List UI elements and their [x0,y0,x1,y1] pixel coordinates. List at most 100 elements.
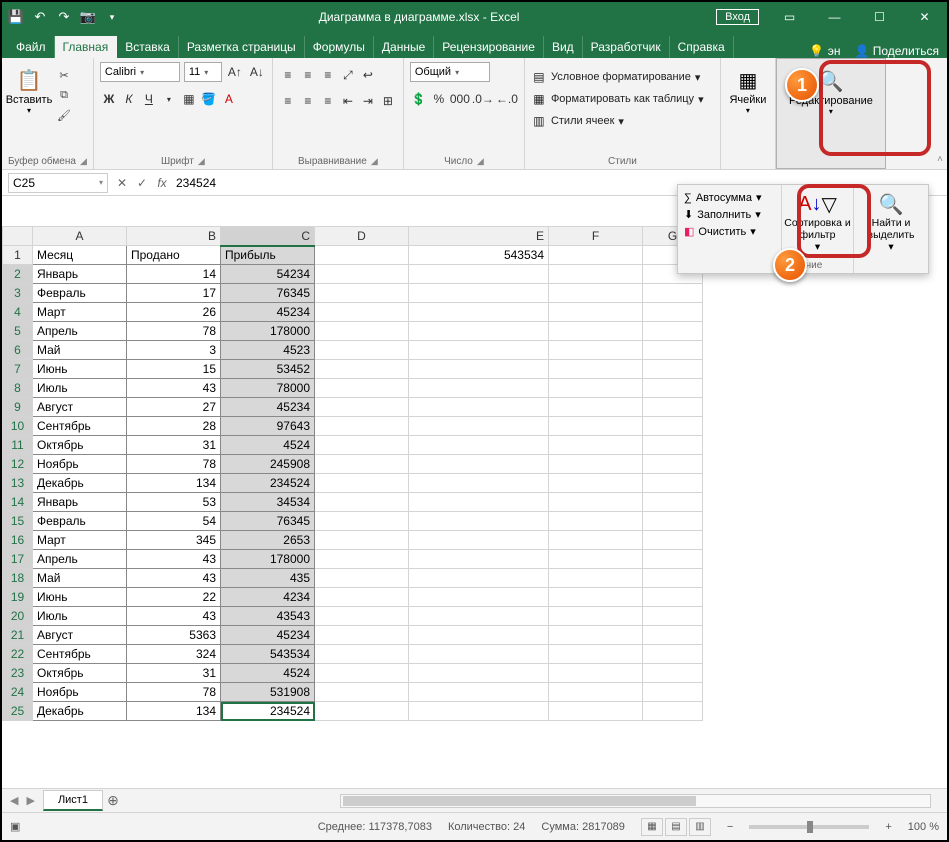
cell-B19[interactable]: 22 [127,588,221,607]
cell-G20[interactable] [643,607,703,626]
undo-icon[interactable]: ↶ [30,7,50,27]
cell-C3[interactable]: 76345 [221,284,315,303]
cell-C6[interactable]: 4523 [221,341,315,360]
cell-D16[interactable] [315,531,409,550]
cell-G24[interactable] [643,683,703,702]
zoom-level[interactable]: 100 % [908,821,939,833]
cell-D25[interactable] [315,702,409,721]
cell-G11[interactable] [643,436,703,455]
increase-decimal-icon[interactable]: .0→ [472,90,494,108]
cell-E3[interactable] [409,284,549,303]
cell-B14[interactable]: 53 [127,493,221,512]
row-header-7[interactable]: 7 [3,360,33,379]
cell-C23[interactable]: 4524 [221,664,315,683]
alignment-dialog-launcher[interactable]: ◢ [371,156,378,167]
cell-D7[interactable] [315,360,409,379]
cell-C5[interactable]: 178000 [221,322,315,341]
cell-B23[interactable]: 31 [127,664,221,683]
cell-C24[interactable]: 531908 [221,683,315,702]
cell-C25[interactable]: 234524 [221,702,315,721]
row-header-1[interactable]: 1 [3,246,33,265]
cell-G18[interactable] [643,569,703,588]
cell-E15[interactable] [409,512,549,531]
cell-D21[interactable] [315,626,409,645]
share-button[interactable]: 👤 Поделиться [854,44,939,58]
save-icon[interactable]: 💾 [6,7,26,27]
row-header-16[interactable]: 16 [3,531,33,550]
tab-home[interactable]: Главная [55,36,118,58]
cell-D19[interactable] [315,588,409,607]
cell-D3[interactable] [315,284,409,303]
percent-icon[interactable]: % [430,90,448,108]
cell-B10[interactable]: 28 [127,417,221,436]
cell-F25[interactable] [549,702,643,721]
col-header-F[interactable]: F [549,227,643,246]
row-header-12[interactable]: 12 [3,455,33,474]
tab-developer[interactable]: Разработчик [583,36,670,58]
cell-G14[interactable] [643,493,703,512]
cell-F24[interactable] [549,683,643,702]
cell-C12[interactable]: 245908 [221,455,315,474]
cell-E14[interactable] [409,493,549,512]
cell-B16[interactable]: 345 [127,531,221,550]
cell-A10[interactable]: Сентябрь [33,417,127,436]
cell-F7[interactable] [549,360,643,379]
horizontal-scrollbar[interactable] [340,794,931,808]
cell-A4[interactable]: Март [33,303,127,322]
autosum-button[interactable]: ∑Автосумма ▾ [684,191,775,204]
comma-icon[interactable]: 000 [450,90,470,108]
cell-C9[interactable]: 45234 [221,398,315,417]
tab-formulas[interactable]: Формулы [305,36,374,58]
cell-D12[interactable] [315,455,409,474]
cell-D17[interactable] [315,550,409,569]
cell-F11[interactable] [549,436,643,455]
cell-G10[interactable] [643,417,703,436]
cell-F6[interactable] [549,341,643,360]
cell-E10[interactable] [409,417,549,436]
cell-B17[interactable]: 43 [127,550,221,569]
cell-A6[interactable]: Май [33,341,127,360]
cell-C18[interactable]: 435 [221,569,315,588]
align-top-icon[interactable]: ≡ [279,66,297,84]
col-header-D[interactable]: D [315,227,409,246]
format-painter-icon[interactable]: 🖌 [54,106,74,124]
cell-D20[interactable] [315,607,409,626]
merge-icon[interactable]: ⊞ [379,92,397,110]
zoom-slider[interactable] [749,825,869,829]
font-color-icon[interactable]: A [220,90,238,108]
cell-A9[interactable]: Август [33,398,127,417]
add-sheet-button[interactable]: ⊕ [103,792,123,809]
cell-D4[interactable] [315,303,409,322]
cell-F19[interactable] [549,588,643,607]
cell-C11[interactable]: 4524 [221,436,315,455]
increase-font-icon[interactable]: A↑ [226,63,244,81]
fill-button[interactable]: ⬇Заполнить ▾ [684,208,775,221]
zoom-out-icon[interactable]: − [727,821,733,833]
cell-B15[interactable]: 54 [127,512,221,531]
sheet-tab-1[interactable]: Лист1 [43,790,103,811]
cell-G6[interactable] [643,341,703,360]
camera-icon[interactable]: 📷 [78,7,98,27]
cell-C10[interactable]: 97643 [221,417,315,436]
row-header-3[interactable]: 3 [3,284,33,303]
cell-G7[interactable] [643,360,703,379]
cell-E13[interactable] [409,474,549,493]
cancel-formula-icon[interactable]: ✕ [112,176,132,190]
collapse-ribbon-icon[interactable]: ˄ [937,154,943,165]
underline-button[interactable]: Ч [140,90,158,108]
cell-E24[interactable] [409,683,549,702]
cell-C17[interactable]: 178000 [221,550,315,569]
clipboard-dialog-launcher[interactable]: ◢ [80,156,87,167]
cell-A23[interactable]: Октябрь [33,664,127,683]
cell-G8[interactable] [643,379,703,398]
cell-F5[interactable] [549,322,643,341]
cell-A24[interactable]: Ноябрь [33,683,127,702]
format-as-table-button[interactable]: ▦Форматировать как таблицу ▾ [531,90,714,108]
cell-E9[interactable] [409,398,549,417]
tab-help[interactable]: Справка [670,36,734,58]
cell-F8[interactable] [549,379,643,398]
decrease-indent-icon[interactable]: ⇤ [339,92,357,110]
row-header-18[interactable]: 18 [3,569,33,588]
cell-G4[interactable] [643,303,703,322]
cell-G16[interactable] [643,531,703,550]
